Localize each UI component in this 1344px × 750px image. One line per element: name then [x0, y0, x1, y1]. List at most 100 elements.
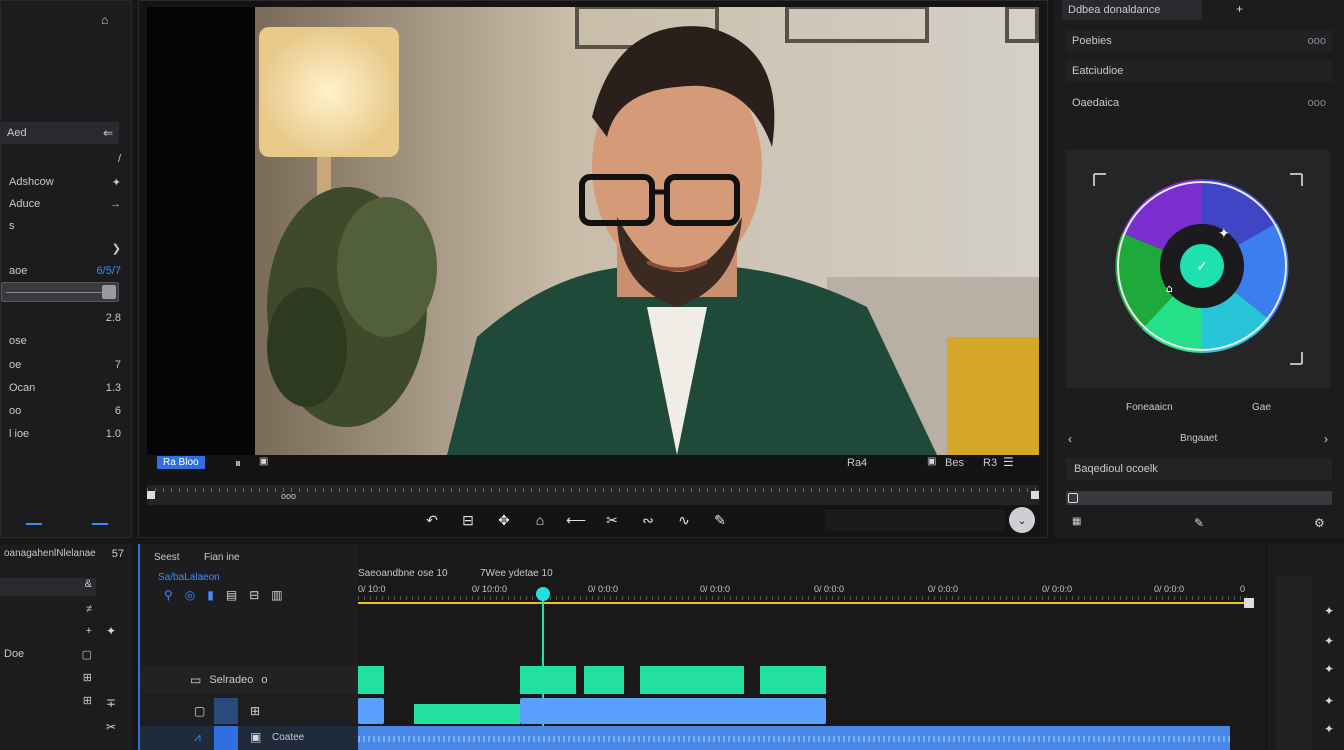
menu-icon[interactable]: ☰: [1003, 455, 1014, 469]
section-label: Aed: [7, 127, 27, 139]
video-track-row[interactable]: ▢ ⊞: [140, 698, 358, 724]
add-icon[interactable]: +: [1236, 2, 1243, 16]
left-row[interactable]: ≠: [0, 603, 96, 621]
value-slider[interactable]: [1, 282, 119, 302]
prev-arrow-icon[interactable]: ‹: [1068, 432, 1072, 446]
add-track-icon[interactable]: ✦: [106, 624, 116, 638]
audio-clip-track[interactable]: [358, 726, 1230, 750]
prop-row: oo 6: [9, 405, 121, 417]
eye-icon[interactable]: ⊞: [250, 704, 260, 718]
time-ruler[interactable]: 0/ 10:0 0/ 10:0:0 0/ 0:0:0 0/ 0:0:0 0/ 0…: [358, 584, 1250, 604]
video-preview-image: [147, 7, 1039, 455]
solo-icon[interactable]: ▣: [250, 730, 261, 744]
work-area-bar[interactable]: [358, 602, 1250, 604]
meter-add-icon[interactable]: ✦: [1324, 722, 1334, 736]
next-arrow-icon[interactable]: ›: [1324, 432, 1328, 446]
mask-icon[interactable]: ⌂: [527, 507, 553, 533]
grid-icon[interactable]: ▦: [1072, 516, 1081, 527]
left-row[interactable]: +: [0, 625, 96, 643]
prop-row: l ioe 1.0: [9, 428, 121, 440]
panel-item[interactable]: Oaedaica ooo: [1066, 92, 1332, 114]
speaker-icon: ▭: [190, 673, 202, 687]
svg-text:⌂: ⌂: [1166, 282, 1173, 295]
prop-row[interactable]: Adshcow ✦: [1, 171, 129, 193]
zoom-value[interactable]: R3: [983, 457, 997, 469]
video-frame[interactable]: [147, 7, 1039, 455]
settings-icon[interactable]: ▤: [226, 588, 237, 602]
left-header: oanagahenlNlelanae: [4, 548, 96, 559]
pen-icon: /: [117, 153, 121, 165]
prop-row[interactable]: /: [1, 148, 129, 170]
intensity-slider[interactable]: [1066, 491, 1332, 505]
paint-icon[interactable]: ✎: [707, 507, 733, 533]
preset-dropdown[interactable]: Baqedioul ocoelk: [1066, 458, 1332, 480]
sequence-name[interactable]: Sa/baLalaeon: [158, 572, 220, 583]
transform-icon[interactable]: ✥: [491, 507, 517, 533]
track-target[interactable]: [214, 698, 238, 724]
razor-icon[interactable]: ✂: [106, 720, 116, 734]
out-marker[interactable]: [1031, 491, 1039, 499]
left-row[interactable]: Doe ▢: [0, 648, 96, 666]
mute-icon[interactable]: ⩘: [194, 730, 201, 745]
prop-row[interactable]: aoe 6/5/7: [1, 260, 129, 282]
scrub-bar[interactable]: ooo: [147, 485, 1039, 505]
track-header-b: Fian ine: [204, 552, 240, 563]
work-area-end-handle[interactable]: [1244, 598, 1254, 608]
video-clip-track[interactable]: [358, 698, 1250, 724]
video-clip[interactable]: [358, 698, 384, 724]
panel-tab[interactable]: Ddbea donaldance: [1062, 0, 1202, 20]
color-wheel-box: ✓ ✦ ⌂: [1066, 150, 1330, 388]
ripple-icon[interactable]: ⟵: [563, 507, 589, 533]
svg-text:✦: ✦: [1218, 226, 1230, 242]
tool-icon[interactable]: ∓: [106, 696, 116, 710]
prop-row[interactable]: ❯: [1, 237, 129, 259]
link-icon[interactable]: ∿: [671, 507, 697, 533]
meter-add-icon[interactable]: ✦: [1324, 604, 1334, 618]
ruler-title: Saeoandbne ose 10: [358, 568, 448, 579]
track-target[interactable]: [214, 726, 238, 750]
prop-row[interactable]: Aduce →: [1, 193, 129, 215]
lock-icon[interactable]: ⌂: [101, 13, 108, 27]
panel-item[interactable]: Eatciudioe: [1066, 60, 1332, 82]
undo-icon[interactable]: ↶: [419, 507, 445, 533]
crop-icon[interactable]: ⊟: [455, 507, 481, 533]
audio-meter-icon[interactable]: ▥: [271, 588, 282, 602]
viewer-search-field[interactable]: [825, 509, 1005, 531]
slider-handle[interactable]: [102, 285, 116, 299]
link-clips-icon[interactable]: ◎: [185, 588, 195, 602]
meter-add-icon[interactable]: ✦: [1324, 694, 1334, 708]
section-header[interactable]: Aed ⇐: [1, 122, 119, 144]
audio-track-row[interactable]: ⩘ ▣ Coatee: [140, 726, 358, 750]
safe-area-icon[interactable]: ▣: [927, 456, 936, 467]
panel-item[interactable]: Poebies ooo: [1066, 30, 1332, 52]
cut-icon[interactable]: ✂: [599, 507, 625, 533]
zoom-label[interactable]: Bes: [945, 457, 964, 469]
captions-icon[interactable]: ⊟: [249, 588, 259, 602]
arrow-icon: →: [110, 198, 121, 210]
meter-add-icon[interactable]: ✦: [1324, 634, 1334, 648]
audio-waveform-track[interactable]: [358, 666, 1250, 696]
prop-row: oe 7: [9, 359, 121, 371]
slider-handle[interactable]: [1068, 493, 1078, 503]
video-clip[interactable]: [520, 698, 826, 724]
color-wheel[interactable]: ✓ ✦ ⌂: [1066, 150, 1330, 388]
in-marker[interactable]: [147, 491, 155, 499]
clip-badge[interactable]: Ra Bloo: [157, 456, 205, 469]
playhead-handle[interactable]: [536, 587, 550, 601]
snap-icon[interactable]: ⚲: [164, 588, 173, 602]
frame-icon[interactable]: ▣: [259, 456, 268, 467]
slip-icon[interactable]: ∾: [635, 507, 661, 533]
track-lock-icon[interactable]: ▢: [194, 704, 205, 718]
split-icon[interactable]: ⏸: [235, 456, 241, 471]
left-row[interactable]: &: [0, 578, 96, 596]
left-row[interactable]: ⊞: [0, 694, 96, 712]
wheel-right-label: Gae: [1252, 402, 1271, 413]
dropdown-chevron-icon[interactable]: ⌄: [1009, 507, 1035, 533]
meter-add-icon[interactable]: ✦: [1324, 662, 1334, 676]
bezier-icon[interactable]: ✎: [1194, 516, 1204, 530]
left-row[interactable]: ⊞: [0, 671, 96, 689]
marker-icon[interactable]: ▮: [207, 588, 214, 602]
back-arrow-icon[interactable]: ⇐: [103, 126, 113, 140]
audio-track-header[interactable]: ▭ Selradeo o: [140, 666, 358, 694]
settings-icon[interactable]: ⚙: [1314, 516, 1325, 530]
